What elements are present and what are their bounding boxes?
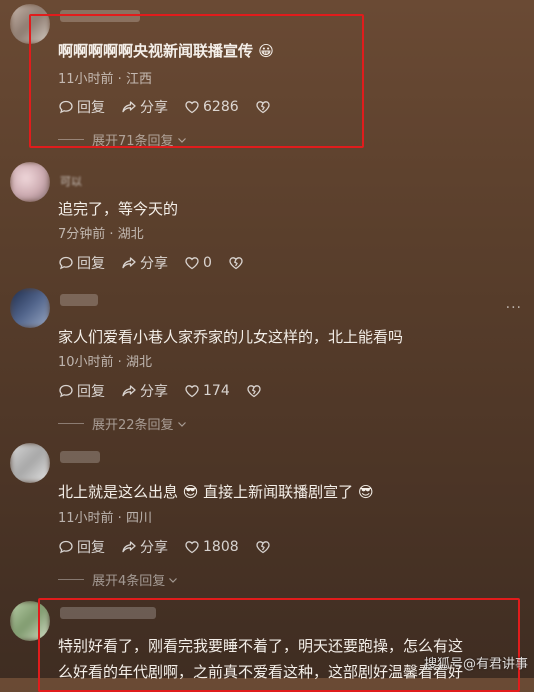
like-count: 174: [203, 383, 230, 399]
chevron-down-icon: [177, 421, 186, 427]
expand-label: 展开22条回复: [92, 418, 174, 433]
expand-replies[interactable]: 展开4条回复: [58, 570, 179, 589]
share-icon: [122, 541, 136, 553]
like-count: 0: [203, 255, 212, 271]
comment-meta: 11小时前 · 四川: [58, 511, 152, 526]
share-label: 分享: [140, 256, 168, 272]
heart-icon: [185, 385, 199, 398]
share-icon: [122, 385, 136, 397]
comment-meta: 7分钟前 · 湖北: [58, 227, 144, 242]
share-button[interactable]: 分享: [121, 381, 168, 401]
comment-text: 家人们爱看小巷人家乔家的儿女这样的，北上能看吗: [58, 328, 404, 346]
reply-button[interactable]: 回复: [58, 537, 105, 557]
broken-heart-icon: [229, 257, 243, 270]
heart-icon: [185, 257, 199, 270]
reply-icon: [59, 540, 73, 554]
like-count: 1808: [203, 539, 239, 555]
share-button[interactable]: 分享: [121, 537, 168, 557]
highlight-box: [29, 14, 364, 148]
divider: [58, 579, 84, 580]
comment-meta: 10小时前 · 湖北: [58, 355, 152, 370]
like-button[interactable]: 174: [184, 383, 230, 399]
share-icon: [122, 257, 136, 269]
more-options-icon[interactable]: ···: [506, 300, 522, 316]
reply-button[interactable]: 回复: [58, 253, 105, 273]
reply-icon: [59, 256, 73, 270]
reply-icon: [59, 384, 73, 398]
comment-text: 北上就是这么出息 😎 直接上新闻联播剧宣了 😎: [58, 483, 374, 501]
username[interactable]: 可以: [60, 170, 86, 188]
avatar[interactable]: [10, 443, 50, 483]
share-label: 分享: [140, 540, 168, 556]
dislike-button[interactable]: [228, 255, 247, 271]
comment-actions: 回复 分享 1808: [58, 537, 290, 557]
comment-text: 追完了，等今天的: [58, 200, 179, 218]
avatar[interactable]: [10, 162, 50, 202]
reply-label: 回复: [77, 540, 105, 556]
share-button[interactable]: 分享: [121, 253, 168, 273]
chevron-down-icon: [169, 577, 178, 583]
reply-button[interactable]: 回复: [58, 381, 105, 401]
dislike-button[interactable]: [246, 383, 265, 399]
reply-label: 回复: [77, 256, 105, 272]
share-label: 分享: [140, 384, 168, 400]
comment-4: 北上就是这么出息 😎 直接上新闻联播剧宣了 😎 11小时前 · 四川 回复 分享…: [0, 435, 534, 595]
username-blurred[interactable]: [60, 294, 98, 306]
heart-icon: [185, 541, 199, 554]
divider: [58, 423, 84, 424]
reply-label: 回复: [77, 384, 105, 400]
expand-replies[interactable]: 展开22条回复: [58, 414, 188, 433]
dislike-button[interactable]: [255, 539, 274, 555]
username-blurred[interactable]: [60, 451, 100, 463]
broken-heart-icon: [255, 541, 270, 554]
broken-heart-icon: [247, 385, 261, 398]
watermark: 搜狐号@有君讲事: [423, 657, 528, 672]
comment-2: 可以 追完了，等今天的 7分钟前 · 湖北 回复 分享 0: [0, 150, 534, 280]
expand-label: 展开4条回复: [92, 574, 166, 589]
like-button[interactable]: 1808: [184, 539, 239, 555]
like-button[interactable]: 0: [184, 255, 212, 271]
comment-actions: 回复 分享 0: [58, 253, 263, 273]
comment-3: ··· 家人们爱看小巷人家乔家的儿女这样的，北上能看吗 10小时前 · 湖北 回…: [0, 280, 534, 435]
avatar[interactable]: [10, 288, 50, 328]
comment-actions: 回复 分享 174: [58, 381, 281, 401]
